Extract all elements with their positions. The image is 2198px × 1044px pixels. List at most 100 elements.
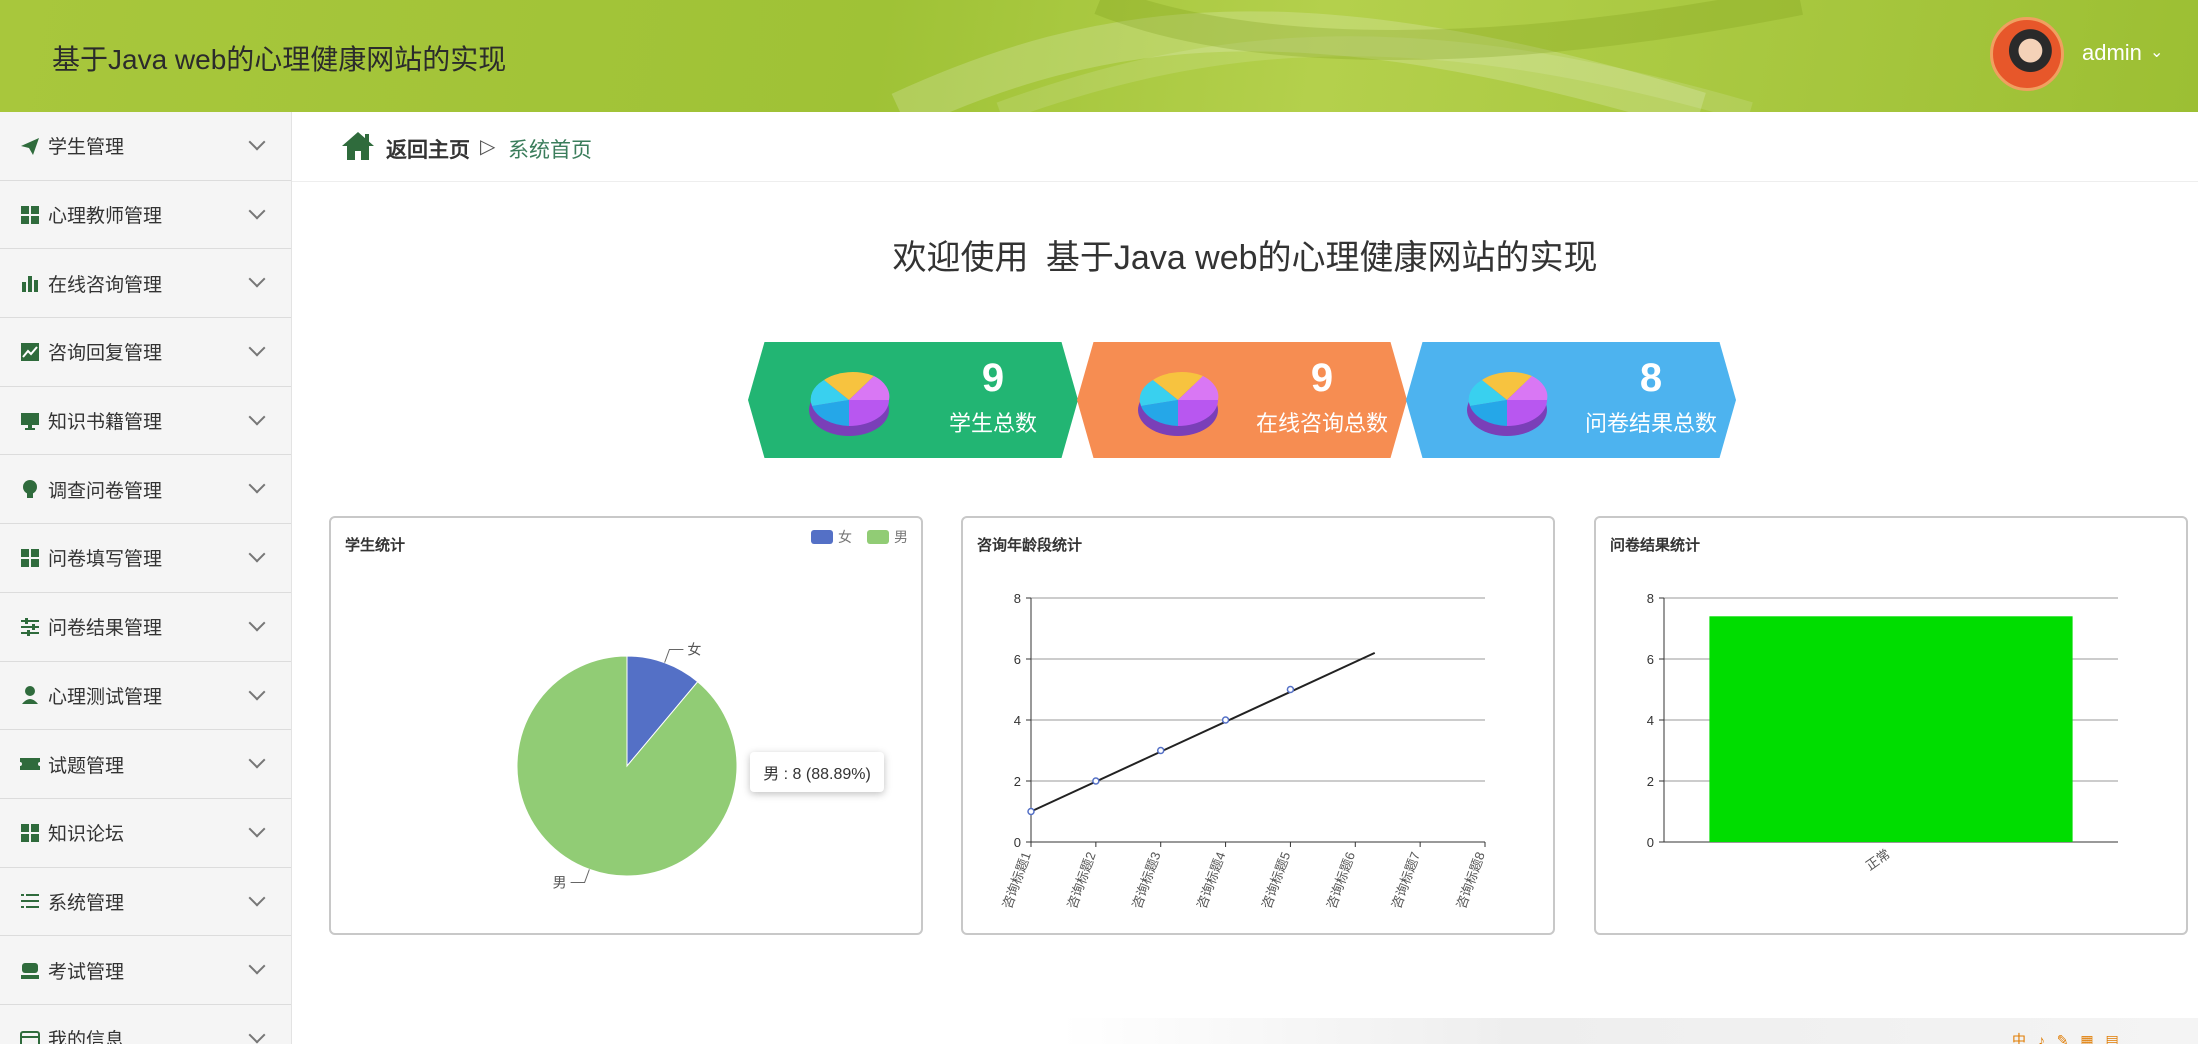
sidebar-item-label: 知识论坛 — [48, 824, 125, 846]
welcome-system-name: 基于Java web的心理健康网站的实现 — [1045, 239, 1598, 277]
grid-icon — [18, 203, 42, 227]
chevron-down-icon — [248, 1026, 266, 1044]
legend-swatch — [867, 530, 889, 544]
chart-panel-students: 学生统计 女男女男 — [329, 516, 923, 935]
sidebar-item-label: 调查问卷管理 — [48, 480, 163, 502]
pie-chart[interactable]: 女男女男 — [331, 518, 921, 933]
sliders-icon — [18, 615, 42, 639]
stat-label: 在线咨询总数 — [1255, 411, 1388, 436]
x-tick-label: 咨询标题2 — [1064, 850, 1098, 911]
line-chart-icon — [18, 340, 42, 364]
bar-chart[interactable]: 0 2 4 6 8 正常 — [1596, 518, 2186, 933]
x-tick-label: 咨询标题5 — [1259, 850, 1293, 911]
sidebar-item[interactable]: 知识论坛 — [0, 799, 291, 868]
sidebar-item[interactable]: 试题管理 — [0, 730, 291, 799]
chart-tooltip: 男 : 8 (88.89%) — [750, 752, 884, 792]
pie-label: 男 — [553, 875, 567, 891]
line-point — [1027, 807, 1035, 816]
x-tick-label: 咨询标题1 — [999, 850, 1033, 911]
line-point — [1221, 716, 1230, 724]
sidebar-item[interactable]: 学生管理 — [0, 112, 291, 181]
sidebar-item-label: 心理教师管理 — [48, 206, 163, 228]
chevron-down-icon — [248, 408, 266, 426]
bar-chart-icon — [18, 271, 42, 295]
x-tick-label: 咨询标题7 — [1389, 850, 1423, 911]
chevron-down-icon — [248, 476, 266, 494]
x-tick-label: 咨询标题6 — [1324, 850, 1358, 911]
legend-label: 女 — [838, 529, 852, 545]
x-tick-label: 咨询标题4 — [1194, 850, 1228, 911]
stamp-icon — [18, 958, 42, 982]
sidebar-item-label: 考试管理 — [48, 961, 125, 983]
y-tick-label: 6 — [1014, 652, 1021, 667]
sidebar-item-label: 问卷填写管理 — [48, 549, 163, 571]
chevron-down-icon — [248, 889, 266, 907]
avatar[interactable] — [1990, 17, 2064, 91]
pie-label-line — [570, 869, 590, 884]
bulb-icon — [18, 477, 42, 501]
bar — [1709, 616, 2073, 842]
breadcrumb-home-link[interactable]: 返回主页 — [386, 134, 470, 164]
sidebar-item[interactable]: 在线咨询管理 — [0, 249, 291, 319]
list-icon — [18, 889, 42, 913]
line-point — [1156, 746, 1165, 755]
sidebar-item[interactable]: 心理教师管理 — [0, 181, 291, 250]
stat-card-consultations: 9 在线咨询总数 — [1077, 342, 1407, 458]
stat-value: 9 — [1310, 356, 1334, 400]
welcome-heading: 欢迎使用 基于Java web的心理健康网站的实现 — [292, 230, 2198, 279]
sidebar-item[interactable]: 知识书籍管理 — [0, 387, 291, 456]
top-header: 基于Java web的心理健康网站的实现 admin ⌄ — [0, 0, 2198, 112]
sidebar-item-label: 知识书籍管理 — [48, 412, 163, 434]
monitor-icon — [18, 409, 42, 433]
y-tick-label: 2 — [1647, 774, 1654, 789]
user-icon — [18, 683, 42, 707]
sidebar-item-label: 系统管理 — [48, 892, 125, 914]
legend-label: 男 — [894, 529, 908, 545]
y-tick-label: 6 — [1647, 652, 1654, 667]
app-title: 基于Java web的心理健康网站的实现 — [52, 44, 507, 75]
sidebar-item[interactable]: 心理测试管理 — [0, 662, 291, 731]
user-name[interactable]: admin — [2082, 40, 2142, 66]
chevron-down-icon — [248, 545, 266, 563]
paper-plane-icon — [18, 134, 42, 158]
breadcrumb: 返回主页 ▷ 系统首页 — [292, 112, 2198, 182]
legend-swatch — [811, 530, 833, 544]
sidebar-item[interactable]: 问卷结果管理 — [0, 593, 291, 662]
y-tick-label: 2 — [1014, 774, 1021, 789]
chevron-down-icon — [248, 202, 266, 220]
ticket-icon — [18, 752, 42, 776]
sidebar-item[interactable]: 考试管理 — [0, 936, 291, 1005]
y-tick-label: 0 — [1014, 835, 1021, 850]
series-line — [1030, 651, 1376, 813]
chart-panel-consult-age: 咨询年龄段统计 0 2 4 6 8 咨询标题1 咨询标题2 咨询标题3 咨询标题4 咨询标题5 咨询… — [961, 516, 1555, 935]
sidebar-item-label: 学生管理 — [48, 137, 125, 159]
ime-toolbar[interactable]: 中 ♪ ✎ ▦ ▤ — [2012, 1030, 2123, 1044]
x-tick-label: 咨询标题8 — [1453, 850, 1487, 911]
x-tick-label: 咨询标题3 — [1129, 850, 1163, 911]
sidebar-item-label: 在线咨询管理 — [48, 274, 163, 296]
card-icon — [18, 1027, 42, 1044]
sidebar-item-label: 我的信息 — [48, 1030, 125, 1044]
sidebar-item[interactable]: 调查问卷管理 — [0, 455, 291, 525]
y-tick-label: 8 — [1647, 591, 1654, 606]
line-chart[interactable]: 0 2 4 6 8 咨询标题1 咨询标题2 咨询标题3 咨询标题4 咨询标题5 咨询标题6 咨询标题7… — [963, 518, 1553, 933]
chevron-down-icon — [248, 751, 266, 769]
y-tick-label: 0 — [1647, 835, 1654, 850]
home-icon[interactable] — [340, 130, 376, 162]
pie-chart-icon — [1467, 372, 1548, 436]
sidebar-item[interactable]: 系统管理 — [0, 868, 291, 937]
sidebar-item[interactable]: 我的信息 — [0, 1005, 291, 1044]
sidebar-item[interactable]: 问卷填写管理 — [0, 524, 291, 593]
sidebar-item[interactable]: 咨询回复管理 — [0, 318, 291, 387]
pie-chart-icon — [809, 372, 890, 436]
sidebar-item-label: 问卷结果管理 — [48, 618, 163, 640]
chart-panel-questionnaire-results: 问卷结果统计 0 2 4 6 8 正常 — [1594, 516, 2188, 935]
chevron-down-icon — [248, 270, 266, 288]
line-point — [1286, 685, 1295, 694]
chevron-down-icon — [248, 133, 266, 151]
grid-icon — [18, 546, 42, 570]
chevron-down-icon — [248, 683, 266, 700]
stat-value: 9 — [981, 356, 1005, 400]
chevron-down-icon[interactable]: ⌄ — [2150, 42, 2163, 62]
line-point — [1092, 777, 1100, 785]
